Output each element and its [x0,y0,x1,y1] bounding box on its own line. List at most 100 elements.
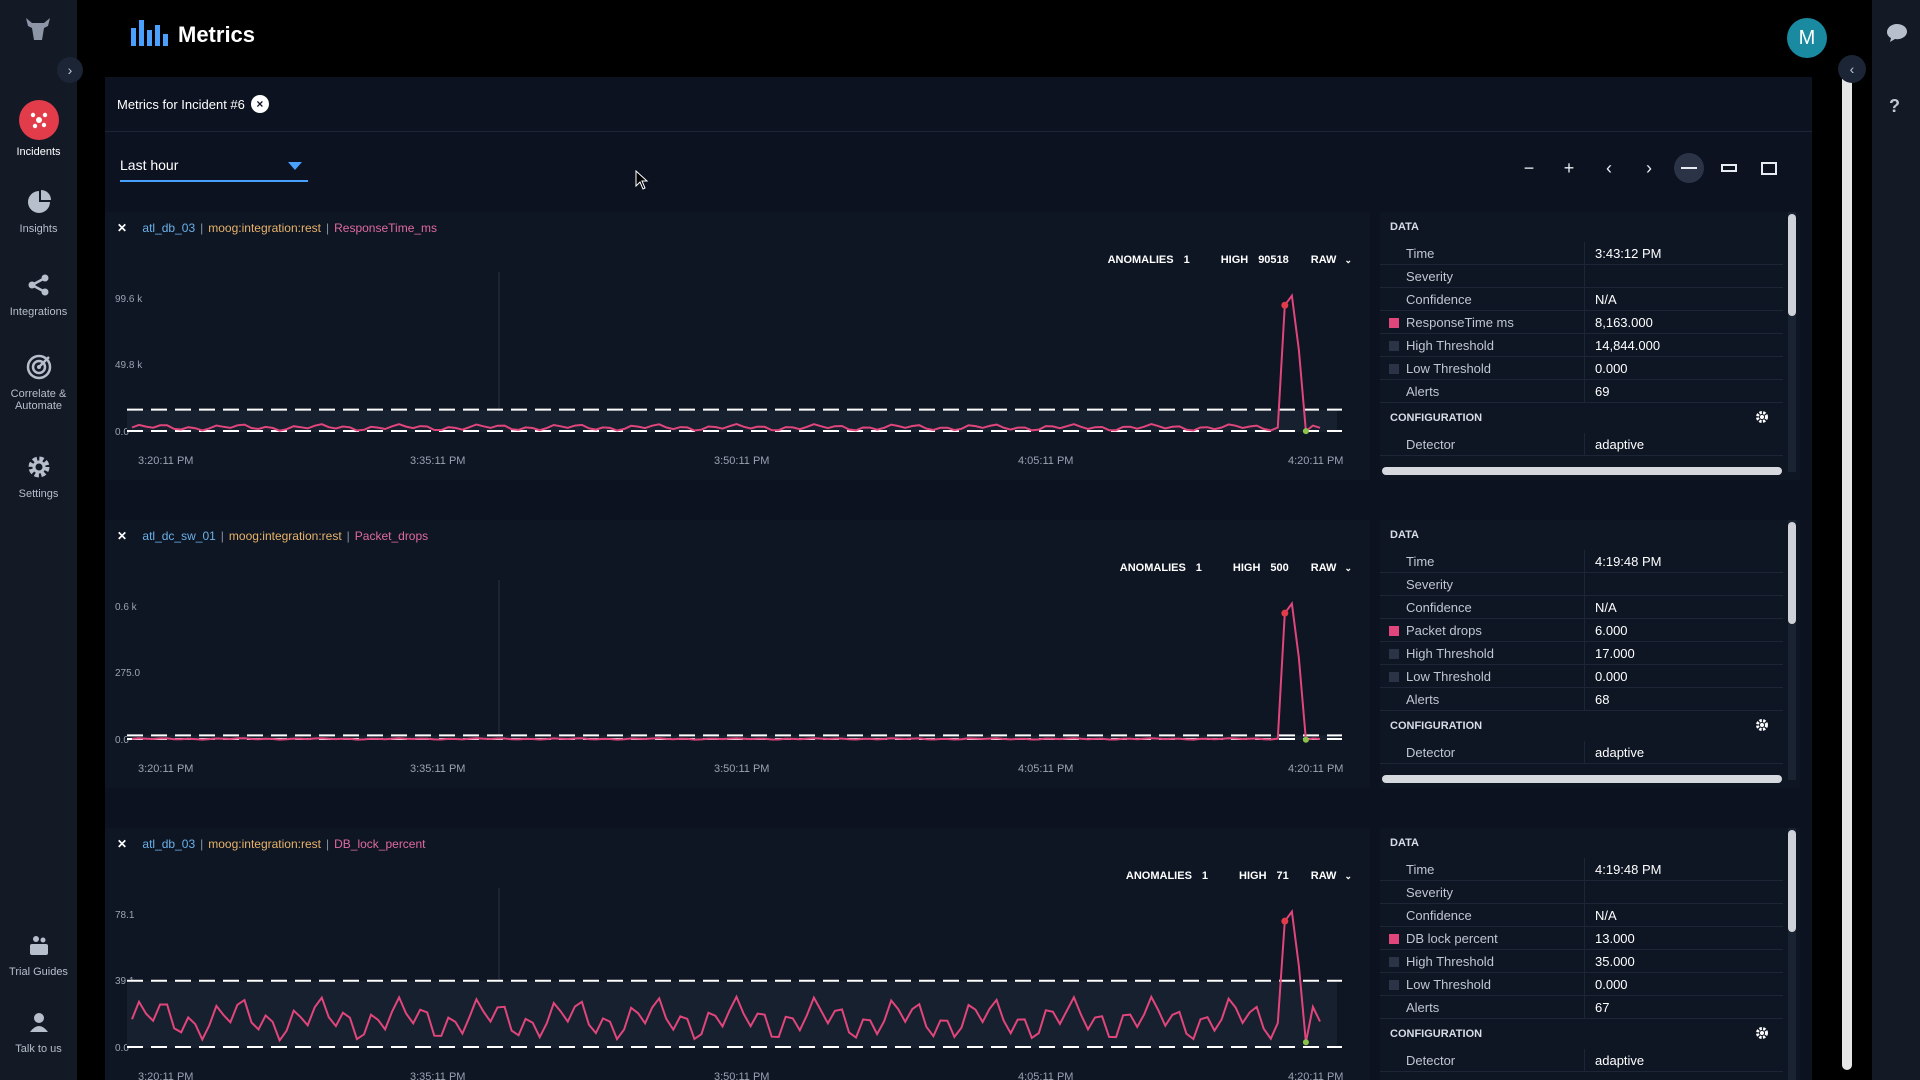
chevron-down-icon[interactable]: ⌄ [1344,255,1352,265]
x-tick-label: 3:35:11 PM [410,455,466,467]
mode-select[interactable]: RAW [1311,562,1337,574]
help-icon[interactable]: ? [1889,96,1900,117]
mode-select[interactable]: RAW [1311,254,1337,266]
x-tick-label: 3:20:11 PM [138,1071,194,1080]
data-row: Severity [1380,881,1783,904]
gear-icon[interactable] [1755,1026,1769,1040]
chart-title: ✕ atl_db_03 | moog:integration:rest | Respon… [117,221,438,235]
series-swatch [1389,957,1399,967]
small-view-button[interactable] [1674,153,1704,183]
nav-integrations[interactable]: Integrations [0,270,77,318]
nav-insights[interactable]: Insights [0,187,77,235]
line-chart[interactable] [127,888,1362,1058]
large-view-button[interactable] [1754,153,1784,183]
data-row: Time 4:19:48 PM [1380,550,1783,573]
nav-trial-guides[interactable]: Trial Guides [0,930,77,978]
close-circle-icon[interactable]: × [250,95,269,113]
correlate-icon [24,352,54,382]
anomalies-label: ANOMALIES [1107,254,1174,266]
x-tick-label: 3:35:11 PM [410,763,466,775]
chart-title: ✕ atl_dc_sw_01 | moog:integration:rest | Pac… [117,529,429,543]
zoom-in-button[interactable]: + [1554,153,1584,183]
high-value: 90518 [1258,254,1289,266]
line-chart[interactable] [127,272,1362,442]
user-avatar[interactable]: M [1787,18,1827,58]
app-logo-icon[interactable] [22,14,54,44]
series-swatch [1389,649,1399,659]
nav-incidents[interactable]: Incidents [0,100,77,158]
data-row: Detector adaptive [1380,741,1783,764]
source-link[interactable]: atl_db_03 [142,837,195,851]
data-row: Packet drops 6.000 [1380,619,1783,642]
data-scrollbar[interactable] [1788,520,1796,780]
chevron-down-icon[interactable]: ⌄ [1344,563,1352,573]
chart-toolbar: − + ‹ › [1514,153,1784,183]
integration-link[interactable]: moog:integration:rest [229,529,342,543]
data-horizontal-scrollbar[interactable] [1382,775,1782,783]
data-section-heading: DATA [1390,837,1419,849]
rectangle-icon [1761,161,1777,175]
page-scrollbar[interactable] [1842,72,1852,1070]
metric-name[interactable]: ResponseTime_ms [334,221,437,235]
nav-trial-guides-label: Trial Guides [9,966,68,978]
zoom-out-button[interactable]: − [1514,153,1544,183]
nav-talk[interactable]: Talk to us [0,1007,77,1055]
source-link[interactable]: atl_dc_sw_01 [142,529,215,543]
nav-settings-label: Settings [18,488,59,500]
metric-name[interactable]: Packet_drops [355,529,428,543]
source-link[interactable]: atl_db_03 [142,221,195,235]
time-range-select[interactable]: Last hour [120,152,308,182]
remove-metric-icon[interactable]: ✕ [117,221,127,235]
panel-header: Metrics for Incident #6 × [105,77,1812,132]
metric-name[interactable]: DB_lock_percent [334,837,425,851]
data-section-heading: DATA [1390,529,1419,541]
series-swatch [1389,934,1399,944]
nav-automate-label: Automate [14,400,63,412]
data-row: Alerts 67 [1380,996,1783,1019]
series-swatch [1389,672,1399,682]
expand-nav-button[interactable]: › [57,57,83,83]
data-row: Confidence N/A [1380,288,1783,311]
data-scrollbar[interactable] [1788,828,1796,1080]
mode-select[interactable]: RAW [1311,870,1337,882]
chart-card: ✕ atl_dc_sw_01 | moog:integration:rest | Pac… [105,520,1370,788]
data-horizontal-scrollbar[interactable] [1382,467,1782,475]
collapse-panel-button[interactable]: ‹ [1838,55,1866,83]
line-chart[interactable] [127,580,1362,750]
minus-line-icon [1681,167,1697,169]
x-tick-label: 4:05:11 PM [1018,455,1074,467]
rectangle-thin-icon [1721,164,1737,172]
integration-link[interactable]: moog:integration:rest [208,221,321,235]
chevron-down-icon[interactable]: ⌄ [1344,871,1352,881]
data-row: Low Threshold 0.000 [1380,973,1783,996]
chevron-right-icon: › [67,62,73,78]
chat-icon[interactable] [1886,22,1908,44]
nav-integrations-label: Integrations [9,306,68,318]
previous-button[interactable]: ‹ [1594,153,1624,183]
medium-view-button[interactable] [1714,153,1744,183]
chevron-left-icon: ‹ [1849,61,1855,77]
metrics-icon [131,20,168,46]
gear-icon[interactable] [1755,410,1769,424]
nav-incidents-label: Incidents [16,146,61,158]
data-row: Detector adaptive [1380,1049,1783,1072]
nav-correlate-automate[interactable]: Correlate & Automate [0,352,77,412]
nav-correlate-label: Correlate & [10,388,67,400]
trial-guides-icon [24,930,54,960]
remove-metric-icon[interactable]: ✕ [117,837,127,851]
data-row: Low Threshold 0.000 [1380,665,1783,688]
next-button[interactable]: › [1634,153,1664,183]
panel-title: Metrics for Incident #6 [117,96,245,112]
chart-stats: ANOMALIES 1 HIGH 90518 RAW ⌄ [1099,254,1352,266]
series-swatch [1389,341,1399,351]
config-section-heading: CONFIGURATION [1380,403,1783,433]
integration-link[interactable]: moog:integration:rest [208,837,321,851]
data-row: Alerts 69 [1380,380,1783,403]
nav-settings[interactable]: Settings [0,452,77,500]
data-scrollbar[interactable] [1788,212,1796,472]
left-nav: Incidents Insights Integrations Correlat… [0,0,77,1080]
remove-metric-icon[interactable]: ✕ [117,529,127,543]
time-range-value: Last hour [120,157,179,173]
x-tick-label: 3:35:11 PM [410,1071,466,1080]
gear-icon[interactable] [1755,718,1769,732]
